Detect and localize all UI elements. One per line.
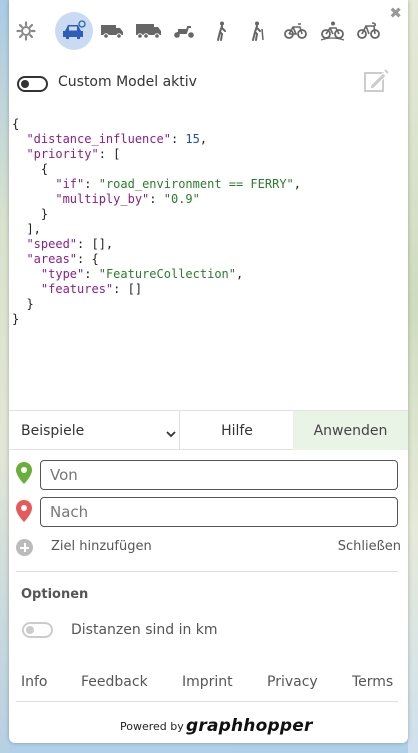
routing-panel: ✖ Custom Model aktiv { "distance_influen… <box>9 0 408 743</box>
settings-gear-icon[interactable] <box>15 10 37 52</box>
add-circle-icon[interactable] <box>16 539 33 556</box>
model-action-bar: Beispiele Hilfe Anwenden <box>9 410 408 450</box>
red-pin-icon <box>16 500 32 526</box>
custom-model-label: Custom Model aktiv <box>58 74 197 90</box>
footer-link-imprint[interactable]: Imprint <box>182 674 233 690</box>
code-line: "distance_influence": 15, <box>26 132 208 146</box>
edit-model-icon[interactable] <box>363 68 389 98</box>
code-line: "type": "FeatureCollection", <box>40 267 244 281</box>
footer-link-info[interactable]: Info <box>21 674 48 690</box>
truck-icon[interactable] <box>134 10 162 52</box>
code-line: "features": [] <box>40 282 143 296</box>
code-line: "if": "road_environment == FERRY", <box>55 177 302 191</box>
code-line: "areas": { <box>26 252 99 266</box>
code-line: "multiply_by": "0.9" <box>55 192 200 206</box>
close-icon[interactable]: ✖ <box>389 6 402 21</box>
powered-by: Powered by graphhopper <box>9 716 408 738</box>
code-line: { <box>12 117 20 131</box>
help-button[interactable]: Hilfe <box>181 411 293 450</box>
distance-km-label: Distanzen sind in km <box>71 622 218 638</box>
car-profile-button[interactable] <box>55 12 93 50</box>
footer-link-feedback[interactable]: Feedback <box>81 674 148 690</box>
custom-model-toggle[interactable] <box>17 76 48 92</box>
map-edge-left[interactable] <box>0 0 9 753</box>
green-pin-icon <box>16 462 32 488</box>
racingbike-icon[interactable] <box>356 10 380 52</box>
footer-link-terms[interactable]: Terms <box>352 674 393 690</box>
mtb-icon[interactable] <box>319 10 345 52</box>
distance-km-toggle[interactable] <box>22 622 53 638</box>
graphhopper-logo[interactable]: graphhopper <box>186 716 313 736</box>
examples-select[interactable]: Beispiele <box>9 411 180 450</box>
code-line: ], <box>12 222 41 236</box>
add-destination-row: Ziel hinzufügen Schließen <box>16 537 401 557</box>
divider <box>16 571 398 572</box>
toggle-knob <box>26 626 34 634</box>
footer-links: Info Feedback Imprint Privacy Terms <box>21 674 397 692</box>
close-route-link[interactable]: Schließen <box>338 539 401 554</box>
from-input[interactable]: Von <box>40 460 398 490</box>
options-title: Optionen <box>21 587 89 602</box>
examples-select-label: Beispiele <box>21 423 85 439</box>
hike-icon[interactable] <box>249 10 267 52</box>
to-input[interactable]: Nach <box>40 497 398 527</box>
small-truck-icon[interactable] <box>99 10 125 52</box>
code-line: { <box>12 162 49 176</box>
powered-by-label: Powered by <box>120 720 184 733</box>
code-line: } <box>12 207 49 221</box>
toggle-knob <box>21 80 29 88</box>
chevron-down-icon <box>166 424 176 443</box>
map-edge-right[interactable] <box>408 0 418 753</box>
vehicle-toolbar <box>9 10 408 52</box>
bike-icon[interactable] <box>283 10 307 52</box>
divider <box>16 701 398 702</box>
code-line: "priority": [ <box>26 147 121 161</box>
custom-model-editor[interactable]: { "distance_influence": 15, "priority": … <box>12 117 402 407</box>
custom-model-row: Custom Model aktiv <box>17 68 397 98</box>
code-line: "speed": [], <box>26 237 114 251</box>
scooter-icon[interactable] <box>172 10 196 52</box>
code-line: } <box>12 312 20 326</box>
footer-link-privacy[interactable]: Privacy <box>267 674 318 690</box>
add-destination-link[interactable]: Ziel hinzufügen <box>51 539 152 554</box>
apply-button[interactable]: Anwenden <box>293 411 408 450</box>
foot-icon[interactable] <box>214 10 230 52</box>
car-icon <box>63 20 86 39</box>
code-line: } <box>12 297 34 311</box>
